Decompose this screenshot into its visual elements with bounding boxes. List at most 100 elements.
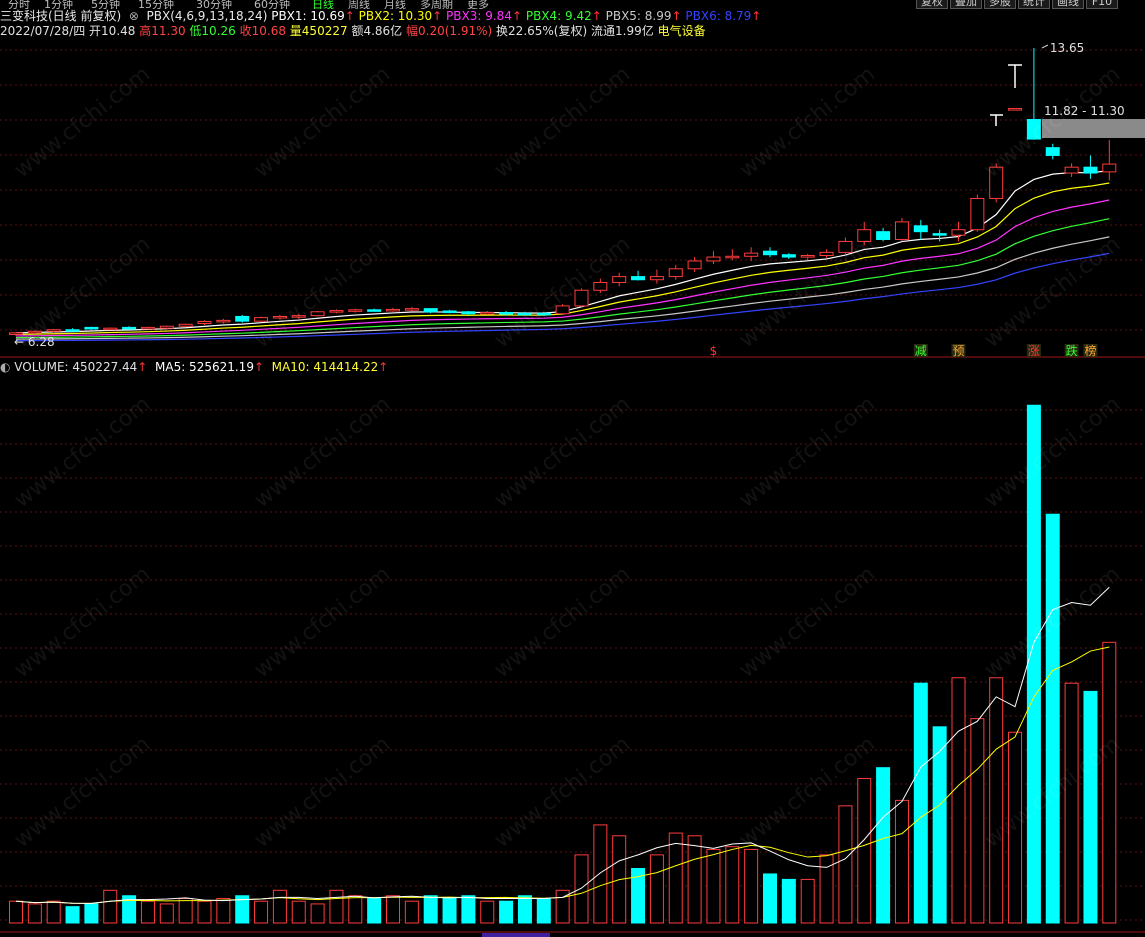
volume-bar	[857, 778, 872, 924]
volume-bar	[1083, 690, 1098, 924]
signal-badge: 减	[915, 344, 927, 358]
date-cursor-strip	[482, 933, 550, 937]
signal-badge: $	[710, 344, 718, 358]
candle-body	[348, 309, 363, 312]
volume-bar	[442, 897, 457, 924]
candle-body	[932, 233, 947, 236]
volume-bar	[781, 878, 796, 924]
candle-body	[27, 330, 42, 334]
volume-bar	[517, 895, 532, 924]
max-pointer-icon	[1041, 44, 1049, 49]
candle-body	[631, 276, 646, 281]
range-tooltip-box	[1042, 119, 1145, 138]
volume-bar	[593, 824, 608, 924]
candle-body	[367, 309, 382, 312]
signal-badge: 涨	[1028, 343, 1040, 358]
candle-body	[216, 319, 231, 323]
candle-body	[159, 325, 174, 329]
volume-bar	[9, 900, 23, 924]
candle-body	[329, 310, 344, 313]
candle-body	[461, 311, 476, 315]
volume-bar	[668, 832, 683, 924]
volume-bar	[140, 900, 155, 924]
volume-bar	[254, 900, 269, 924]
volume-bar	[649, 854, 664, 924]
volume-bar	[216, 897, 231, 924]
volume-bar	[348, 895, 363, 924]
volume-bar	[763, 873, 777, 924]
volume-bar	[838, 805, 853, 924]
volume-bar	[310, 903, 325, 924]
volume-bar	[291, 900, 306, 924]
candle-body	[386, 308, 400, 312]
candle-body	[1008, 108, 1023, 111]
range-tooltip-label: 11.82 - 11.30	[1044, 104, 1125, 118]
candle-body	[913, 225, 928, 233]
candle-body	[800, 255, 815, 258]
max-price-label: 13.65	[1050, 41, 1084, 55]
candle-body	[480, 312, 495, 315]
candle-body	[423, 308, 438, 313]
kline-chart[interactable]: 13.65 ← 6.28 11.82 - 11.30 $ 减 预 涨 跌榜	[0, 0, 1145, 937]
candle-body	[687, 260, 702, 270]
candle-body	[140, 326, 155, 330]
candle-body	[235, 315, 250, 322]
volume-bar	[499, 900, 514, 924]
candle-body	[499, 312, 514, 315]
candle-body	[894, 221, 909, 240]
candle-body	[46, 329, 61, 332]
volume-bar	[913, 682, 928, 924]
candle-body	[819, 251, 834, 257]
candle-body	[706, 256, 721, 262]
signal-badge: 榜	[1084, 343, 1096, 358]
candle-body	[536, 312, 551, 316]
volume-bar	[989, 677, 1004, 924]
candle-body	[763, 250, 777, 256]
candle-body	[254, 317, 269, 322]
volume-bar	[725, 846, 740, 924]
volume-bar	[178, 897, 193, 924]
candle-body	[84, 326, 99, 330]
volume-bar	[367, 897, 382, 924]
candle-body	[442, 310, 457, 314]
min-price-label: ← 6.28	[14, 335, 55, 349]
candle-body	[725, 255, 740, 259]
candle-body	[876, 231, 891, 240]
candle-body	[744, 252, 759, 257]
candle-body	[612, 276, 627, 283]
candle-body	[838, 240, 853, 253]
volume-bar	[272, 889, 287, 924]
candle-body	[668, 268, 683, 278]
candle-body	[65, 329, 80, 332]
candle-body	[989, 166, 1004, 199]
candle-body	[178, 323, 193, 327]
candle-body	[555, 305, 570, 315]
candle-body	[593, 281, 608, 291]
candle-body	[291, 315, 306, 318]
candle-body	[1102, 163, 1117, 173]
volume-bar	[27, 903, 42, 924]
volume-bar	[65, 906, 80, 924]
candle-body	[1083, 166, 1098, 174]
signal-badge: 跌	[1066, 343, 1078, 358]
candle-body	[857, 229, 872, 242]
volume-bar	[404, 900, 419, 924]
candle-body	[197, 321, 212, 324]
volume-bar	[46, 900, 61, 924]
volume-bar	[1045, 513, 1060, 924]
candle-body	[781, 254, 796, 258]
volume-bar	[970, 718, 985, 924]
volume-bar	[951, 677, 966, 924]
volume-bar	[480, 900, 495, 924]
volume-bar	[744, 848, 759, 924]
candle-body	[404, 308, 419, 311]
candle-body	[1026, 119, 1041, 140]
volume-bar	[329, 889, 344, 924]
candle-body	[1064, 166, 1079, 174]
volume-bar	[876, 767, 891, 924]
volume-bar	[932, 726, 947, 924]
volume-bar	[574, 854, 589, 924]
volume-bar	[1026, 404, 1041, 924]
candle-body	[103, 327, 118, 331]
pbx3-line	[15, 199, 1110, 337]
